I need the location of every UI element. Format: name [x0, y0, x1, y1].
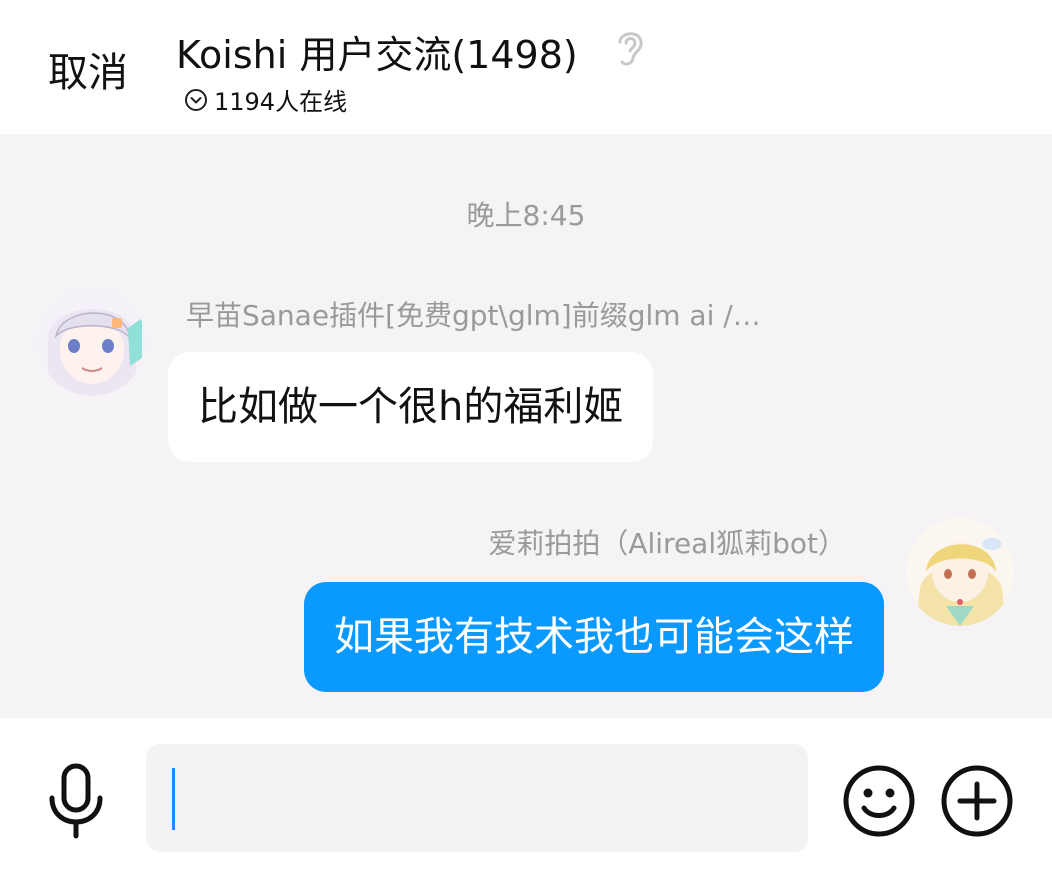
online-count-text: 1194人在线	[214, 88, 348, 116]
online-status[interactable]: 1194人在线	[184, 82, 347, 117]
message-bubble-outgoing[interactable]: 如果我有技术我也可能会这样	[304, 582, 884, 692]
message-input[interactable]	[146, 744, 808, 852]
sender-name-right[interactable]: 爱莉拍拍（Alireal狐莉bot）	[488, 522, 846, 562]
sender-avatar-left[interactable]	[38, 288, 146, 396]
smiley-icon[interactable]	[842, 764, 916, 838]
plus-circle-icon[interactable]	[940, 764, 1014, 838]
message-list[interactable]: 晚上8:45 早苗Sanae插件[免费gpt\glm]前缀glm ai /… 比…	[0, 134, 1052, 718]
chevron-down-circle-icon	[185, 88, 207, 111]
chat-header: 取消 Koishi 用户交流(1498) 1194人在线	[0, 0, 1052, 134]
text-caret	[172, 768, 175, 830]
sender-name-left[interactable]: 早苗Sanae插件[免费gpt\glm]前缀glm ai /…	[186, 294, 761, 334]
input-bar	[0, 718, 1052, 880]
cancel-button[interactable]: 取消	[48, 40, 128, 98]
microphone-icon[interactable]	[44, 762, 108, 842]
ear-icon[interactable]	[612, 26, 648, 68]
message-bubble-incoming[interactable]: 比如做一个很h的福利姬	[168, 352, 654, 462]
message-timestamp: 晚上8:45	[466, 199, 586, 232]
sender-avatar-right[interactable]	[906, 518, 1014, 626]
group-title[interactable]: Koishi 用户交流(1498)	[176, 24, 578, 79]
